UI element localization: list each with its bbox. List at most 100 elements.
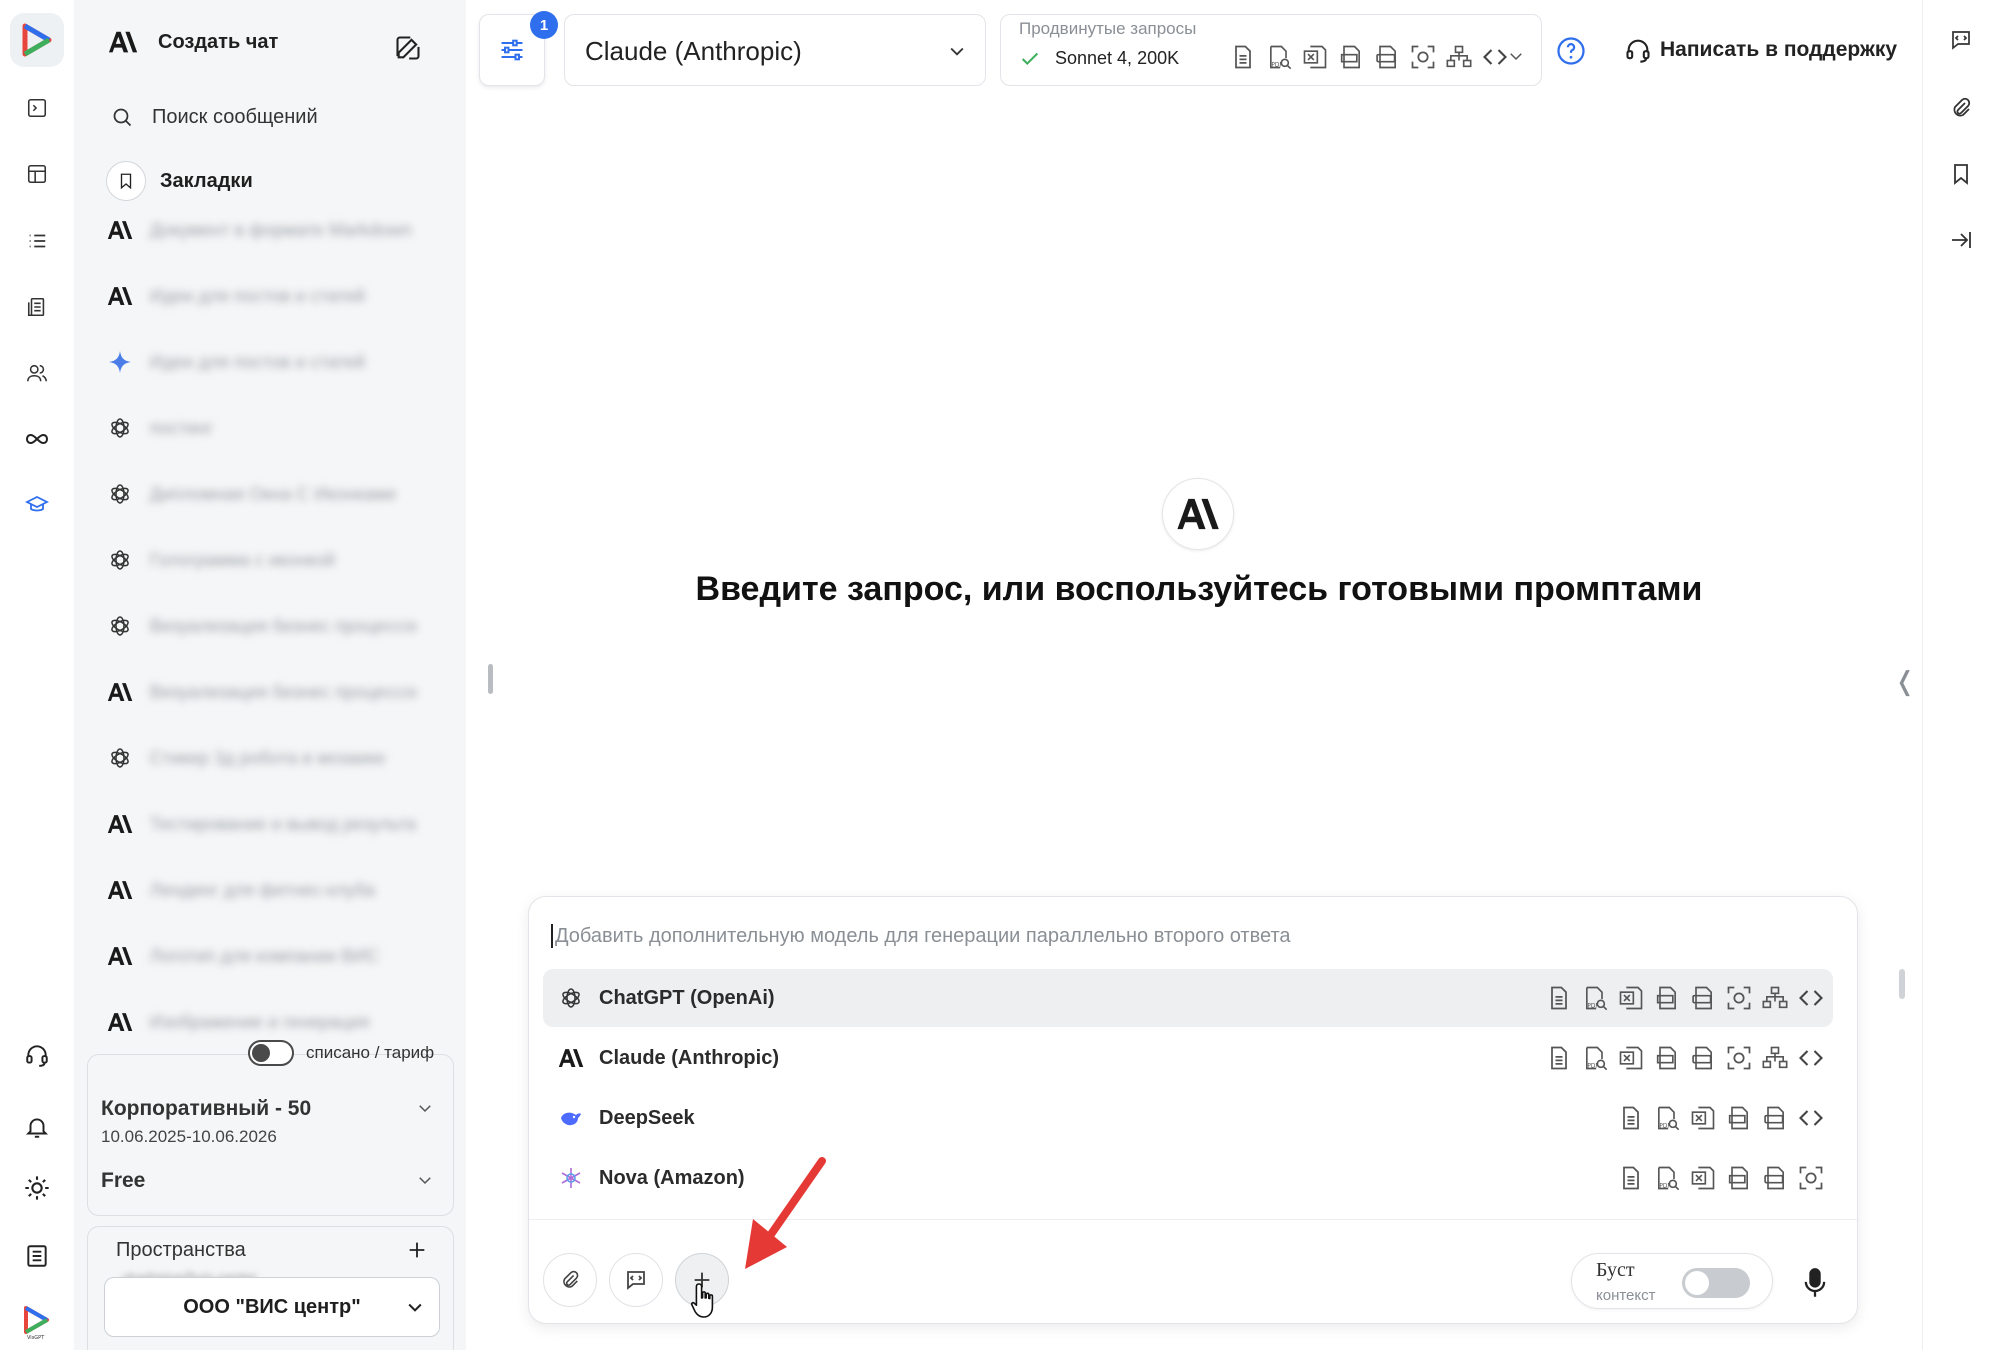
- anthropic-icon: [106, 216, 134, 244]
- table-icon[interactable]: [22, 159, 52, 189]
- scan-icon: [1725, 984, 1753, 1012]
- search-icon: [113, 108, 132, 127]
- openai-icon: [106, 546, 134, 574]
- boost-context-toggle[interactable]: Буст контекст: [1571, 1253, 1773, 1309]
- notes-icon[interactable]: [22, 1241, 52, 1271]
- theme-sun-icon[interactable]: [22, 1173, 52, 1203]
- add-space-plus-icon[interactable]: [406, 1239, 428, 1261]
- sliders-icon: [501, 39, 523, 61]
- chat-history-item[interactable]: Визуализация бизнес процессов: [106, 672, 416, 712]
- check-icon: [1019, 48, 1041, 70]
- search-messages[interactable]: Поиск сообщений: [110, 105, 318, 129]
- excel-icon: [1617, 1044, 1645, 1072]
- org-name: ООО "ВИС центр": [183, 1295, 361, 1318]
- bookmarks-panel-icon[interactable]: [1949, 162, 1975, 188]
- txt-file-icon: [1337, 43, 1365, 71]
- chat-history-item[interactable]: Визуализация бизнес процессов: [106, 606, 416, 646]
- tier-chevron-down-icon[interactable]: [416, 1171, 434, 1189]
- boost-sub-label: контекст: [1596, 1287, 1656, 1304]
- model-select[interactable]: Claude (Anthropic): [564, 14, 986, 86]
- support-link[interactable]: Написать в поддержку: [1624, 36, 1897, 64]
- plan-dates: 10.06.2025-10.06.2026: [101, 1127, 277, 1146]
- app-logo[interactable]: [10, 13, 64, 67]
- support-headset-icon[interactable]: [22, 1040, 52, 1070]
- chat-history-item[interactable]: Дипломная Окна С Иконками: [106, 474, 416, 514]
- bell-icon[interactable]: [22, 1112, 52, 1142]
- model-option[interactable]: DeepSeek: [543, 1089, 1833, 1147]
- sidebar-resize-handle[interactable]: [488, 664, 493, 694]
- anthropic-icon: [108, 30, 138, 54]
- visgpt-logo: VisGPT: [14, 1297, 60, 1343]
- chat-history-item[interactable]: Идеи для постов и статей: [106, 276, 416, 316]
- chat-history-item[interactable]: постинг: [106, 408, 416, 448]
- advanced-requests[interactable]: Продвинутые запросы Sonnet 4, 200K: [1000, 14, 1542, 86]
- chat-history-item[interactable]: Тестирование и вывод результатов: [106, 804, 416, 844]
- edit-compose-icon[interactable]: [394, 34, 422, 62]
- model-option-name: DeepSeek: [599, 1106, 695, 1129]
- code-icon: [1797, 1104, 1825, 1132]
- chat-title: Логотип для компании ВИС: [149, 945, 380, 966]
- microphone-icon[interactable]: [1801, 1267, 1829, 1299]
- prompts-panel-icon[interactable]: [1949, 28, 1975, 54]
- openai-icon: [557, 984, 585, 1012]
- pointer-arrow-icon: [739, 1157, 829, 1275]
- docx-file-icon: [1373, 43, 1401, 71]
- support-label: Написать в поддержку: [1660, 38, 1898, 61]
- model-option[interactable]: Claude (Anthropic): [543, 1029, 1833, 1087]
- anthropic-icon: [106, 942, 134, 970]
- boost-switch[interactable]: [1682, 1268, 1750, 1298]
- openai-icon: [106, 612, 134, 640]
- txt-file-icon: [1725, 1164, 1753, 1192]
- billing-toggle-row[interactable]: списано / тариф: [248, 1040, 434, 1066]
- headset-icon: [1626, 39, 1650, 63]
- list-icon[interactable]: [22, 226, 52, 256]
- collapse-panel-icon[interactable]: [1949, 228, 1975, 254]
- chat-history-item[interactable]: Изображение и генерация: [106, 1002, 416, 1042]
- terminal-icon[interactable]: [22, 93, 52, 123]
- model-chevron-down-icon: [947, 41, 967, 61]
- prompts-button[interactable]: [609, 1253, 663, 1307]
- model-option-name: Claude (Anthropic): [599, 1046, 779, 1069]
- infinity-icon[interactable]: [22, 424, 52, 454]
- users-icon[interactable]: [22, 358, 52, 388]
- anthropic-icon: [106, 282, 134, 310]
- bookmarks-row[interactable]: Закладки: [106, 161, 253, 201]
- filter-button[interactable]: 1: [479, 11, 558, 86]
- model-list-scrollbar[interactable]: [1899, 969, 1905, 999]
- document-icon: [1617, 1104, 1645, 1132]
- documents-icon[interactable]: [22, 292, 52, 322]
- attachments-panel-icon[interactable]: [1949, 96, 1975, 122]
- plan-chevron-down-icon[interactable]: [416, 1099, 434, 1117]
- chat-history-item[interactable]: Голограмма с иконкой: [106, 540, 416, 580]
- main-area: 1 Claude (Anthropic) Продвинутые запросы…: [466, 0, 1922, 1350]
- prompt-input[interactable]: Добавить дополнительную модель для генер…: [551, 921, 1831, 951]
- model-option-name: ChatGPT (OpenAi): [599, 986, 775, 1009]
- boost-label: Буст: [1596, 1259, 1635, 1281]
- chat-title: постинг: [149, 417, 214, 438]
- org-chevron-down-icon: [405, 1297, 425, 1317]
- attach-button[interactable]: [543, 1253, 597, 1307]
- chat-history-item[interactable]: Лендинг для фитнес-клуба: [106, 870, 416, 910]
- chat-title: Дипломная Окна С Иконками: [149, 483, 396, 504]
- advanced-feature-icons: [1229, 43, 1509, 71]
- openai-icon: [106, 744, 134, 772]
- hierarchy-icon: [1761, 984, 1789, 1012]
- document-icon: [1617, 1164, 1645, 1192]
- education-icon[interactable]: [22, 490, 52, 520]
- new-chat-label: Создать чат: [158, 30, 279, 53]
- right-panel-collapse-handle[interactable]: ❬: [1894, 666, 1916, 697]
- org-select[interactable]: ООО "ВИС центр": [104, 1277, 440, 1337]
- pdf-search-icon: [1581, 1044, 1609, 1072]
- new-chat-row[interactable]: Создать чат: [108, 30, 278, 54]
- model-option[interactable]: ChatGPT (OpenAi): [543, 969, 1833, 1027]
- chat-history-item[interactable]: Документ в формате Markdown: [106, 210, 416, 250]
- model-option[interactable]: Nova (Amazon): [543, 1149, 1833, 1207]
- chat-history-item[interactable]: Стикер 3д робота в мозаике: [106, 738, 416, 778]
- help-icon[interactable]: [1556, 36, 1586, 66]
- anthropic-icon: [106, 876, 134, 904]
- chat-history-item[interactable]: Идеи для постов и статей: [106, 342, 416, 382]
- chat-history-item[interactable]: Логотип для компании ВИС: [106, 936, 416, 976]
- billing-toggle[interactable]: [248, 1040, 294, 1066]
- document-icon: [1545, 984, 1573, 1012]
- chat-sidebar: Создать чат Поиск сообщений Закладки Док…: [74, 0, 466, 1350]
